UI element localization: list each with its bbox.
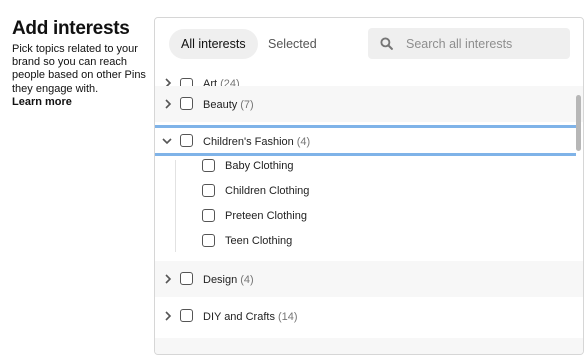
checkbox-teen-clothing[interactable] <box>202 234 215 247</box>
checkbox-beauty[interactable] <box>180 97 193 110</box>
subcategory-row[interactable]: Teen Clothing <box>155 229 583 254</box>
intro-description: Pick topics related to your brand so you… <box>12 43 146 95</box>
category-label-childrens-fashion: Children's Fashion (4) <box>203 136 311 148</box>
category-row-design[interactable]: Design (4) <box>155 261 583 297</box>
checkbox-diy-and-crafts[interactable] <box>180 309 193 322</box>
intro-section: Add interests Pick topics related to you… <box>12 18 147 109</box>
category-row-beauty[interactable]: Beauty (7) <box>155 86 583 122</box>
search-icon <box>380 37 393 50</box>
subcategory-label: Baby Clothing <box>225 160 294 172</box>
subcategory-label: Children Clothing <box>225 185 310 197</box>
chevron-right-icon[interactable] <box>163 99 173 109</box>
interest-list: Art (24) Beauty (7) Children's Fashion (4) … <box>155 18 583 354</box>
search-box[interactable] <box>368 28 570 59</box>
subcategory-label: Teen Clothing <box>225 235 293 247</box>
category-row-partial <box>155 338 583 354</box>
learn-more-link[interactable]: Learn more <box>12 96 147 109</box>
category-row-childrens-fashion[interactable]: Children's Fashion (4) <box>155 128 583 154</box>
scrollbar-thumb[interactable] <box>576 95 581 151</box>
tab-all-interests[interactable]: All interests <box>169 29 258 59</box>
chevron-right-icon[interactable] <box>163 311 173 321</box>
chevron-down-icon[interactable] <box>162 136 172 146</box>
category-label-design: Design (4) <box>203 274 254 286</box>
checkbox-childrens-fashion[interactable] <box>180 134 193 147</box>
checkbox-design[interactable] <box>180 272 193 285</box>
checkbox-children-clothing[interactable] <box>202 184 215 197</box>
chevron-right-icon[interactable] <box>163 274 173 284</box>
panel-header: All interests Selected <box>155 18 583 66</box>
category-row-diy-and-crafts[interactable]: DIY and Crafts (14) <box>155 300 583 336</box>
search-input[interactable] <box>406 28 564 59</box>
category-label-beauty: Beauty (7) <box>203 99 254 111</box>
subcategory-row[interactable]: Baby Clothing <box>155 154 583 179</box>
interests-panel: Art (24) Beauty (7) Children's Fashion (4) … <box>154 17 584 355</box>
category-label-diy-and-crafts: DIY and Crafts (14) <box>203 311 298 323</box>
checkbox-baby-clothing[interactable] <box>202 159 215 172</box>
tab-selected[interactable]: Selected <box>256 29 329 59</box>
subcategory-row[interactable]: Preteen Clothing <box>155 204 583 229</box>
page-title: Add interests <box>12 18 130 39</box>
checkbox-preteen-clothing[interactable] <box>202 209 215 222</box>
subcategory-row[interactable]: Children Clothing <box>155 179 583 204</box>
subcategory-label: Preteen Clothing <box>225 210 307 222</box>
